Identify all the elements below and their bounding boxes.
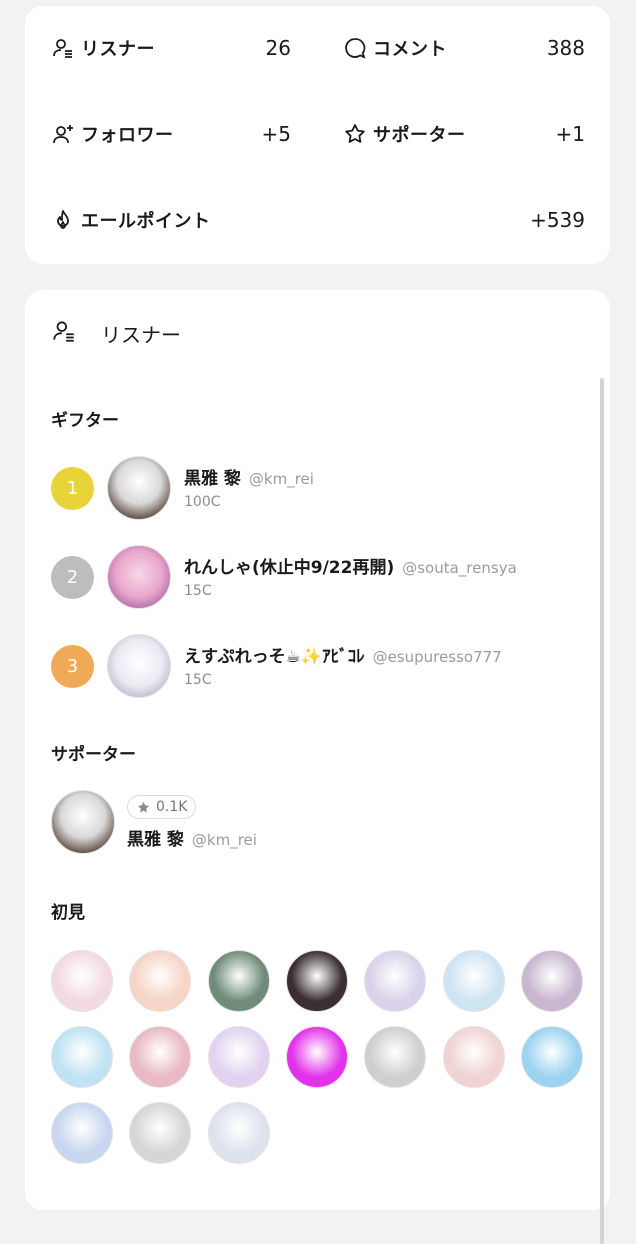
stat-followers-value: +5 <box>261 122 291 146</box>
gifter-row[interactable]: 3 えすぷれっそ☕✨ｱﾋﾞｺﾚ @esupuresso777 15C <box>51 634 591 698</box>
support-badge: 0.1K <box>127 795 197 819</box>
stat-yell-points-label: エールポイント <box>81 211 211 232</box>
stat-listeners-label: リスナー <box>81 39 155 60</box>
stat-supporters-value: +1 <box>555 122 585 146</box>
listener-section-header: リスナー <box>51 318 181 348</box>
avatar[interactable] <box>107 545 171 609</box>
rank-badge: 2 <box>51 556 94 599</box>
gifter-name-text: えすぷれっそ☕✨ｱﾋﾞｺﾚ <box>184 647 365 667</box>
stat-listeners-value: 26 <box>265 36 291 60</box>
first-timer-avatar[interactable] <box>51 1102 113 1164</box>
listener-icon <box>51 36 75 60</box>
stat-comments-label: コメント <box>373 39 447 60</box>
scrollbar[interactable] <box>600 378 604 1244</box>
supporter-row[interactable]: 0.1K 黒雅 黎 @km_rei <box>51 790 451 856</box>
gifter-name[interactable]: れんしゃ(休止中9/22再開) @souta_rensya <box>184 553 517 578</box>
gifter-coins: 100C <box>184 494 221 510</box>
gifter-handle: @km_rei <box>248 470 314 488</box>
first-timer-avatar[interactable] <box>207 1102 270 1164</box>
support-badge-value: 0.1K <box>156 799 188 815</box>
avatar[interactable] <box>51 790 115 854</box>
comment-icon <box>343 36 367 60</box>
first-timer-avatar[interactable] <box>285 950 348 1012</box>
first-timer-avatar[interactable] <box>207 950 270 1012</box>
stat-yell-points-value: +539 <box>530 208 585 232</box>
listener-card: リスナー ギフター 1 黒雅 黎 @km_rei 100C 2 れんしゃ(休止中9… <box>25 290 610 1244</box>
gifter-handle: @esupuresso777 <box>372 648 502 666</box>
stats-card: リスナー 26 コメント 388 フォロワー +5 サポーター +1 エールポイ… <box>25 6 610 264</box>
gifter-coins: 15C <box>184 583 212 599</box>
stat-followers-label: フォロワー <box>81 125 174 146</box>
gifter-row[interactable]: 2 れんしゃ(休止中9/22再開) @souta_rensya 15C <box>51 545 591 609</box>
supporters-title: サポーター <box>51 745 136 765</box>
gifter-name-text: 黒雅 黎 <box>184 469 241 489</box>
supporter-name[interactable]: 黒雅 黎 @km_rei <box>127 825 257 850</box>
avatar[interactable] <box>107 456 171 520</box>
listener-section-title: リスナー <box>101 322 181 347</box>
stat-followers: フォロワー <box>51 118 174 150</box>
first-timer-avatar[interactable] <box>51 1026 113 1088</box>
first-timer-avatar[interactable] <box>285 1026 348 1088</box>
gifters-title: ギフター <box>51 411 119 431</box>
first-timer-avatar[interactable] <box>520 1026 583 1088</box>
gifter-handle: @souta_rensya <box>402 559 517 577</box>
star-icon <box>343 122 367 146</box>
listener-icon <box>51 318 77 348</box>
first-timer-avatar[interactable] <box>207 1026 270 1088</box>
first-timer-avatar[interactable] <box>129 950 192 1012</box>
first-timer-avatar[interactable] <box>520 950 583 1012</box>
supporter-name-text: 黒雅 黎 <box>127 830 184 850</box>
gifter-coins: 15C <box>184 672 212 688</box>
stat-supporters: サポーター <box>343 118 466 150</box>
first-timer-avatar[interactable] <box>442 950 505 1012</box>
gifter-name[interactable]: 黒雅 黎 @km_rei <box>184 464 314 489</box>
avatar[interactable] <box>107 634 171 698</box>
first-timer-avatar[interactable] <box>129 1026 192 1088</box>
stat-yell-points: エールポイント <box>51 204 211 236</box>
first-timer-avatar[interactable] <box>442 1026 505 1088</box>
gifter-name[interactable]: えすぷれっそ☕✨ｱﾋﾞｺﾚ @esupuresso777 <box>184 642 502 667</box>
rank-badge: 3 <box>51 645 94 688</box>
stat-supporters-label: サポーター <box>373 125 466 146</box>
supporter-handle: @km_rei <box>191 831 257 849</box>
first-timer-avatar[interactable] <box>364 1026 427 1088</box>
stat-listeners: リスナー <box>51 32 155 64</box>
add-user-icon <box>51 122 75 146</box>
flame-icon <box>51 208 75 232</box>
first-timer-avatar[interactable] <box>364 950 427 1012</box>
rank-badge: 1 <box>51 467 94 510</box>
gifter-row[interactable]: 1 黒雅 黎 @km_rei 100C <box>51 456 591 520</box>
first-timer-avatar[interactable] <box>51 950 113 1012</box>
gifter-name-text: れんしゃ(休止中9/22再開) <box>184 558 395 578</box>
stat-comments-value: 388 <box>546 36 585 60</box>
first-timers-title: 初見 <box>51 903 85 923</box>
first-timer-avatar[interactable] <box>129 1102 192 1164</box>
stat-comments: コメント <box>343 32 447 64</box>
star-icon <box>138 801 149 812</box>
